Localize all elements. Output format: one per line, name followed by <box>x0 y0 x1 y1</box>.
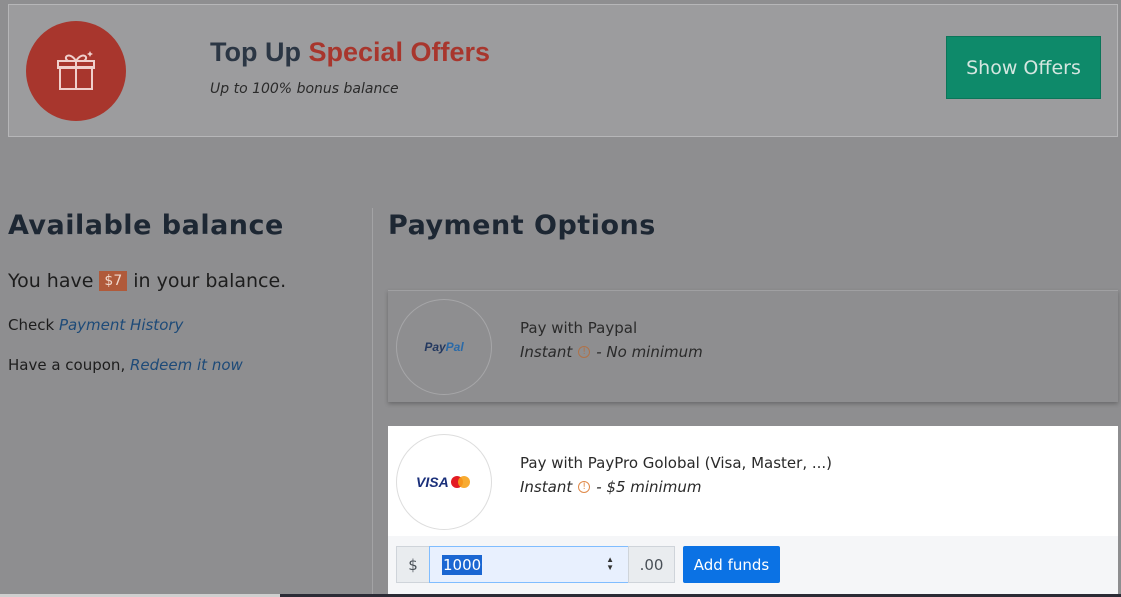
visa-mastercard-logo: VISA <box>396 434 492 530</box>
option-limit: - No minimum <box>596 343 703 361</box>
paypal-logo: PayPal <box>396 299 492 395</box>
add-funds-button[interactable]: Add funds <box>683 546 780 583</box>
svg-text:VISA: VISA <box>416 474 449 490</box>
balance-badge: $7 <box>99 271 128 291</box>
amount-value: 1000 <box>442 554 483 575</box>
info-icon[interactable]: ! <box>578 481 591 493</box>
balance-heading: Available balance <box>8 210 284 241</box>
info-icon[interactable]: ! <box>578 346 591 358</box>
gift-icon <box>26 21 126 121</box>
column-divider <box>372 208 373 597</box>
cents-addon: .00 <box>628 546 675 583</box>
coupon-prefix: Have a coupon, <box>8 356 126 374</box>
option-speed: Instant <box>520 343 573 361</box>
option-meta: Instant ! - No minimum <box>520 343 703 361</box>
payment-heading: Payment Options <box>388 210 656 241</box>
history-prefix: Check <box>8 316 55 334</box>
promo-title: Top Up Special Offers <box>210 37 490 68</box>
promo-title-accent: Special Offers <box>308 37 491 67</box>
currency-addon: $ <box>396 546 430 583</box>
promo-subtitle: Up to 100% bonus balance <box>210 81 399 97</box>
coupon-line: Have a coupon, Redeem it now <box>8 356 243 374</box>
option-meta: Instant ! - $5 minimum <box>520 478 701 496</box>
option-speed: Instant <box>520 478 573 496</box>
paypro-option[interactable]: VISA Pay with PayPro Golobal (Visa, Mast… <box>388 426 1118 594</box>
payment-history-link[interactable]: Payment History <box>59 316 183 334</box>
option-limit: - $5 minimum <box>596 478 702 496</box>
balance-line: You have $7 in your balance. <box>8 270 286 292</box>
promo-banner: Top Up Special Offers Up to 100% bonus b… <box>8 4 1118 137</box>
balance-suffix: in your balance. <box>133 270 287 292</box>
promo-title-main: Top Up <box>210 37 301 67</box>
option-name: Pay with PayPro Golobal (Visa, Master, .… <box>520 454 833 472</box>
paypal-option[interactable]: PayPal Pay with Paypal Instant ! - No mi… <box>388 290 1118 402</box>
redeem-link[interactable]: Redeem it now <box>130 356 243 374</box>
amount-input[interactable]: 1000 ▲ ▼ <box>429 546 629 583</box>
paypal-logo-text: PayPal <box>424 340 464 354</box>
spinner-icon[interactable]: ▲ ▼ <box>606 556 614 572</box>
show-offers-button[interactable]: Show Offers <box>946 36 1101 99</box>
balance-prefix: You have <box>8 270 94 292</box>
option-name: Pay with Paypal <box>520 319 638 337</box>
history-line: Check Payment History <box>8 316 183 334</box>
fund-form: $ 1000 ▲ ▼ .00 Add funds <box>388 536 1118 594</box>
